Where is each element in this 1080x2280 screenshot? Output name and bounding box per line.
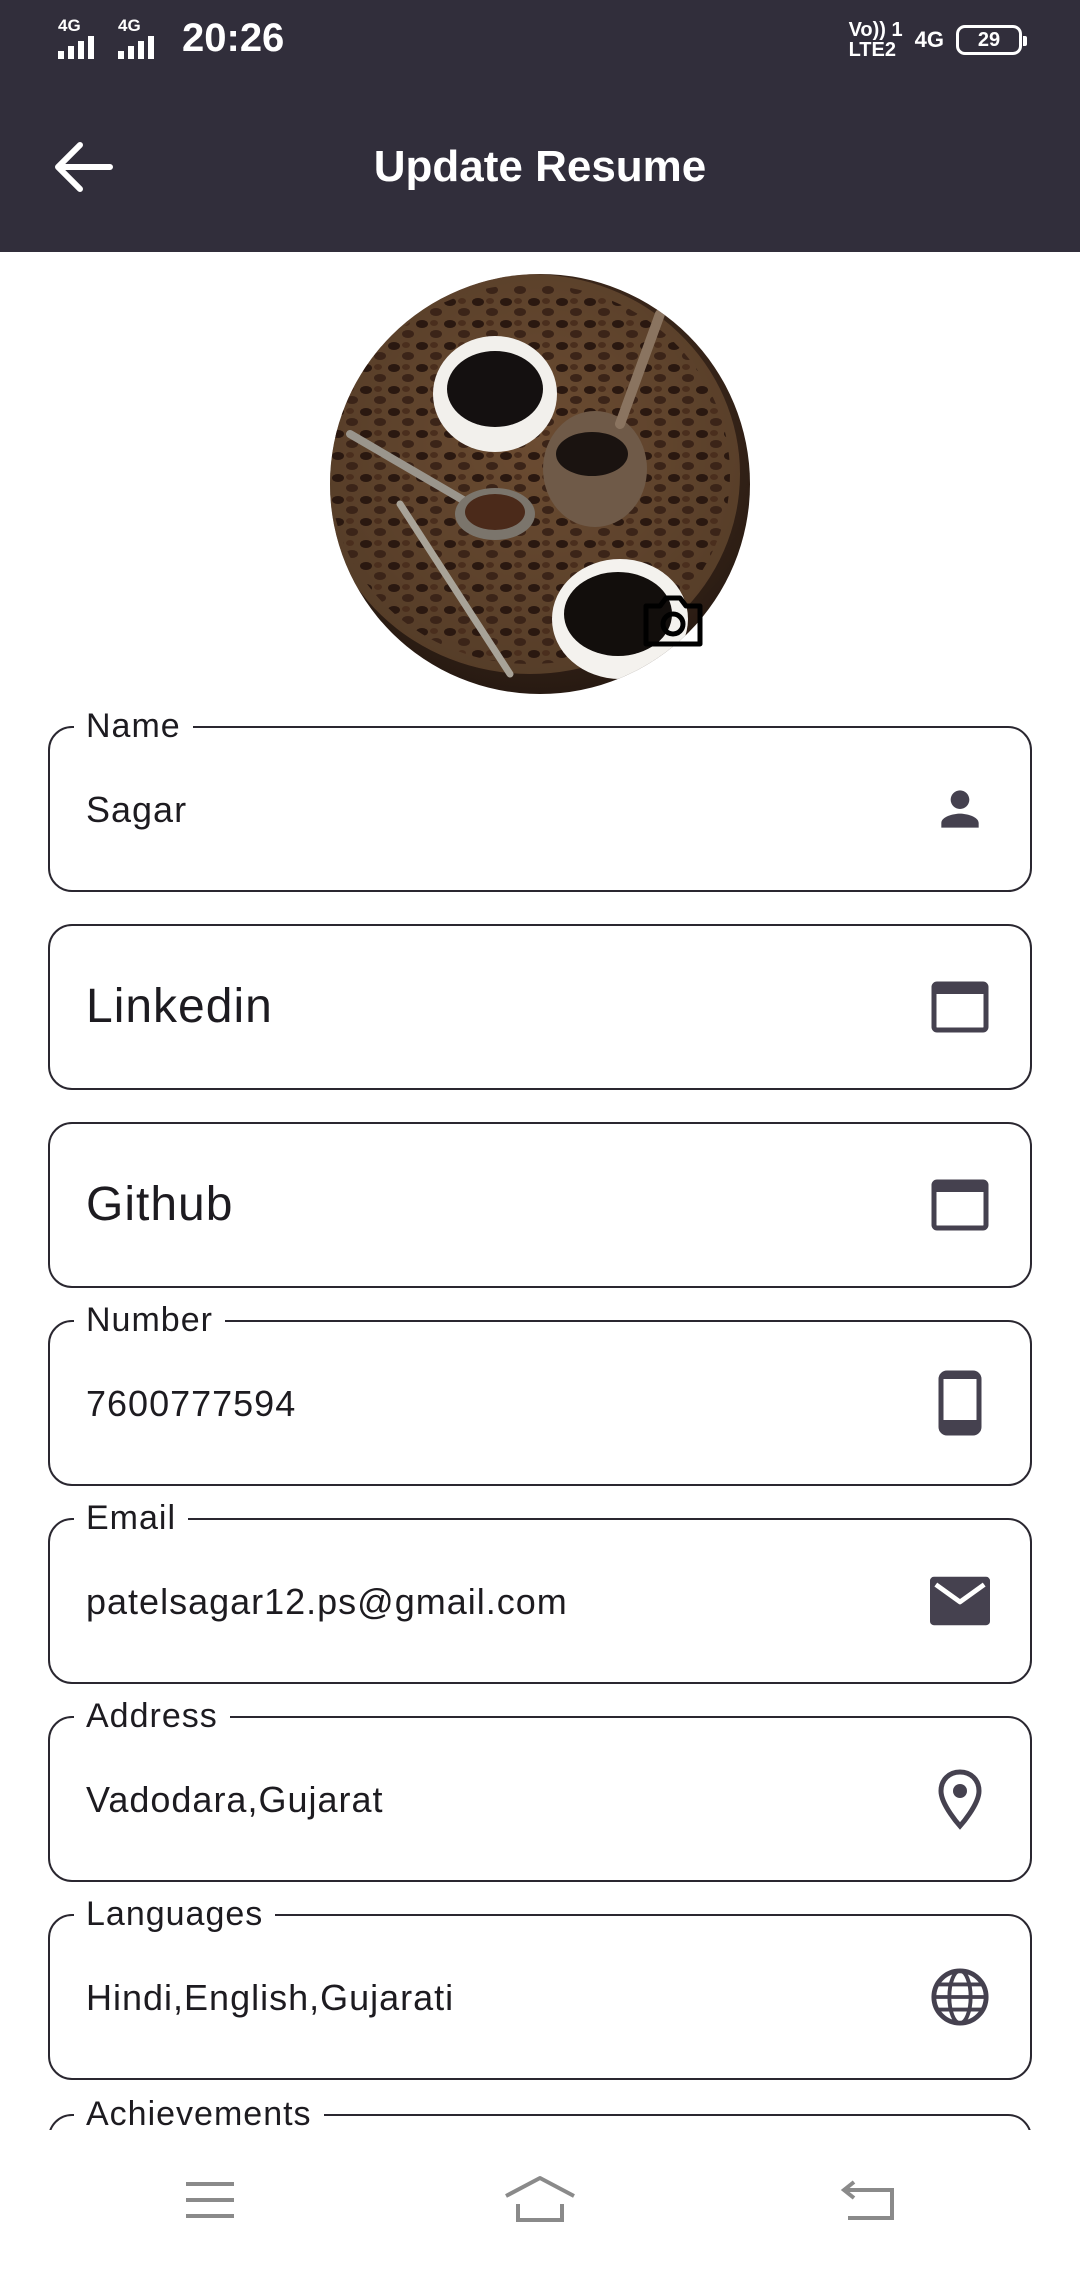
languages-label: Languages: [74, 1894, 276, 1934]
change-photo-button[interactable]: [642, 592, 704, 648]
page-title: Update Resume: [373, 142, 707, 191]
menu-icon: [186, 2182, 234, 2218]
email-label: Email: [74, 1498, 189, 1538]
web-window-icon: [930, 1175, 990, 1235]
name-field[interactable]: Name Sagar: [48, 706, 1032, 892]
number-input[interactable]: 7600777594: [86, 1380, 296, 1428]
status-time: 20:26: [182, 16, 285, 60]
name-label: Name: [74, 706, 193, 746]
profile-photo-container: [330, 274, 750, 694]
sim1-signal-icon: 4G: [58, 15, 108, 61]
status-bar: 4G 4G 20:26 Vo)) 1 LTE2 4G 29: [0, 0, 1080, 82]
mail-icon: [930, 1571, 990, 1631]
app-bar: Update Resume: [0, 82, 1080, 252]
number-field[interactable]: Number 7600777594: [48, 1300, 1032, 1486]
languages-input[interactable]: Hindi,English,Gujarati: [86, 1974, 454, 2022]
home-button[interactable]: [500, 2170, 580, 2230]
address-label: Address: [74, 1696, 230, 1736]
email-input[interactable]: patelsagar12.ps@gmail.com: [86, 1578, 568, 1626]
linkedin-field[interactable]: Linkedin: [48, 924, 1032, 1090]
phone-icon: [930, 1370, 990, 1436]
battery-level: 29: [977, 28, 1001, 51]
achievements-clip: Achievements: [0, 2100, 1080, 2130]
sim1-network-type: 4G: [58, 15, 81, 35]
back-nav-button[interactable]: [830, 2170, 910, 2230]
volte-top: Vo)) 1: [848, 19, 903, 41]
web-window-icon: [930, 977, 990, 1037]
achievements-field[interactable]: Achievements: [48, 2100, 1032, 2130]
status-right: Vo)) 1 LTE2 4G 29: [849, 20, 1027, 60]
sim2-network-type: 4G: [118, 15, 141, 35]
address-input[interactable]: Vadodara,Gujarat: [86, 1776, 384, 1824]
sim2-signal-icon: 4G: [118, 15, 168, 61]
person-icon: [930, 779, 990, 839]
home-icon: [505, 2176, 575, 2222]
address-field[interactable]: Address Vadodara,Gujarat: [48, 1696, 1032, 1882]
volte-bottom: LTE2: [848, 39, 896, 61]
number-label: Number: [74, 1300, 225, 1340]
system-nav-bar: [0, 2130, 1080, 2280]
volte-indicator: Vo)) 1 LTE2: [849, 20, 903, 60]
battery-icon: 29: [956, 25, 1027, 55]
linkedin-input[interactable]: Linkedin: [86, 978, 273, 1036]
github-input[interactable]: Github: [86, 1176, 233, 1234]
location-pin-icon: [930, 1769, 990, 1830]
globe-icon: [930, 1967, 990, 2027]
languages-field[interactable]: Languages Hindi,English,Gujarati: [48, 1894, 1032, 2080]
menu-button[interactable]: [170, 2170, 250, 2230]
network-indicator: 4G: [914, 27, 944, 52]
achievements-label: Achievements: [74, 2100, 324, 2130]
name-input[interactable]: Sagar: [86, 786, 187, 834]
camera-icon: [643, 595, 703, 647]
email-field[interactable]: Email patelsagar12.ps@gmail.com: [48, 1498, 1032, 1684]
github-field[interactable]: Github: [48, 1122, 1032, 1288]
back-icon: [840, 2180, 894, 2220]
status-left: 4G 4G 20:26: [58, 16, 284, 61]
